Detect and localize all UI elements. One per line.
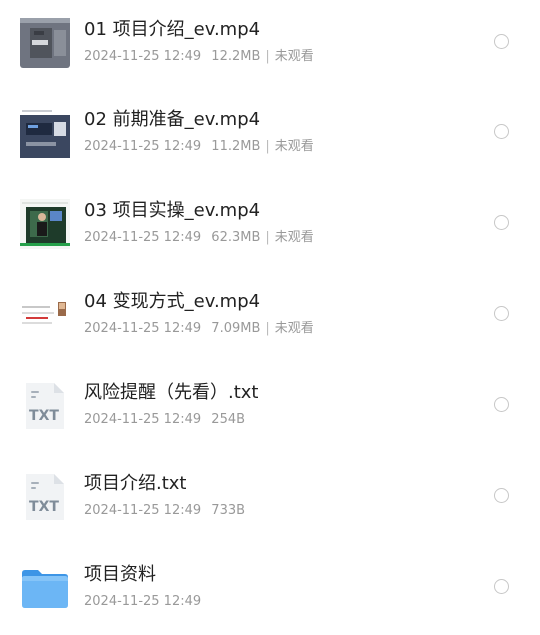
file-size: 254B <box>211 412 246 427</box>
file-meta: 2024-11-25 12:49 62.3MB | 未观看 <box>84 229 314 247</box>
file-meta: 2024-11-25 12:49 733B <box>84 502 245 520</box>
file-date: 2024-11-25 12:49 <box>84 412 202 427</box>
video-thumbnail-icon <box>20 199 70 249</box>
file-meta: 2024-11-25 12:49 11.2MB | 未观看 <box>84 138 314 156</box>
file-name: 03 项目实操_ev.mp4 <box>84 200 261 221</box>
file-name: 04 变现方式_ev.mp4 <box>84 291 261 312</box>
file-date: 2024-11-25 12:49 <box>84 503 202 518</box>
watch-status: 未观看 <box>274 139 314 154</box>
select-radio[interactable] <box>494 124 509 139</box>
txt-file-icon: TXT <box>20 381 70 431</box>
file-date: 2024-11-25 12:49 <box>84 139 202 154</box>
list-item[interactable]: TXT 项目介绍.txt 2024-11-25 12:49 733B <box>0 454 540 544</box>
select-radio[interactable] <box>494 306 509 321</box>
video-thumbnail-icon <box>20 108 70 158</box>
file-list: 01 项目介绍_ev.mp4 2024-11-25 12:49 12.2MB | 未… <box>0 0 540 625</box>
file-name: 项目资料 <box>84 564 156 585</box>
list-item[interactable]: 03 项目实操_ev.mp4 2024-11-25 12:49 62.3MB | 未… <box>0 181 540 271</box>
file-size: 11.2MB <box>211 139 261 154</box>
meta-separator: | <box>265 139 270 154</box>
video-thumbnail-icon <box>20 18 70 68</box>
file-name: 01 项目介绍_ev.mp4 <box>84 19 261 40</box>
select-radio[interactable] <box>494 34 509 49</box>
select-radio[interactable] <box>494 488 509 503</box>
file-date: 2024-11-25 12:49 <box>84 49 202 64</box>
watch-status: 未观看 <box>274 321 314 336</box>
watch-status: 未观看 <box>274 49 314 64</box>
txt-badge-label: TXT <box>29 499 59 515</box>
select-radio[interactable] <box>494 579 509 594</box>
select-radio[interactable] <box>494 215 509 230</box>
file-size: 733B <box>211 503 246 518</box>
watch-status: 未观看 <box>274 230 314 245</box>
txt-file-icon: TXT <box>20 472 70 522</box>
txt-badge-label: TXT <box>29 408 59 424</box>
list-item[interactable]: 项目资料 2024-11-25 12:49 <box>0 545 540 635</box>
list-item[interactable]: TXT 风险提醒（先看）.txt 2024-11-25 12:49 254B <box>0 363 540 453</box>
file-size: 62.3MB <box>211 230 261 245</box>
file-name: 项目介绍.txt <box>84 473 187 494</box>
list-item[interactable]: 01 项目介绍_ev.mp4 2024-11-25 12:49 12.2MB | 未… <box>0 0 540 90</box>
file-date: 2024-11-25 12:49 <box>84 594 202 609</box>
select-radio[interactable] <box>494 397 509 412</box>
file-size: 12.2MB <box>211 49 261 64</box>
meta-separator: | <box>265 49 270 64</box>
file-meta: 2024-11-25 12:49 7.09MB | 未观看 <box>84 320 314 338</box>
video-thumbnail-icon <box>20 290 70 340</box>
file-date: 2024-11-25 12:49 <box>84 321 202 336</box>
file-meta: 2024-11-25 12:49 254B <box>84 411 245 429</box>
list-item[interactable]: 02 前期准备_ev.mp4 2024-11-25 12:49 11.2MB | 未… <box>0 90 540 180</box>
file-name: 风险提醒（先看）.txt <box>84 382 259 403</box>
file-meta: 2024-11-25 12:49 12.2MB | 未观看 <box>84 48 314 66</box>
list-item[interactable]: 04 变现方式_ev.mp4 2024-11-25 12:49 7.09MB | 未… <box>0 272 540 362</box>
file-size: 7.09MB <box>211 321 261 336</box>
file-name: 02 前期准备_ev.mp4 <box>84 109 261 130</box>
meta-separator: | <box>265 230 270 245</box>
folder-icon <box>20 563 70 613</box>
meta-separator: | <box>265 321 270 336</box>
file-meta: 2024-11-25 12:49 <box>84 593 201 611</box>
file-date: 2024-11-25 12:49 <box>84 230 202 245</box>
